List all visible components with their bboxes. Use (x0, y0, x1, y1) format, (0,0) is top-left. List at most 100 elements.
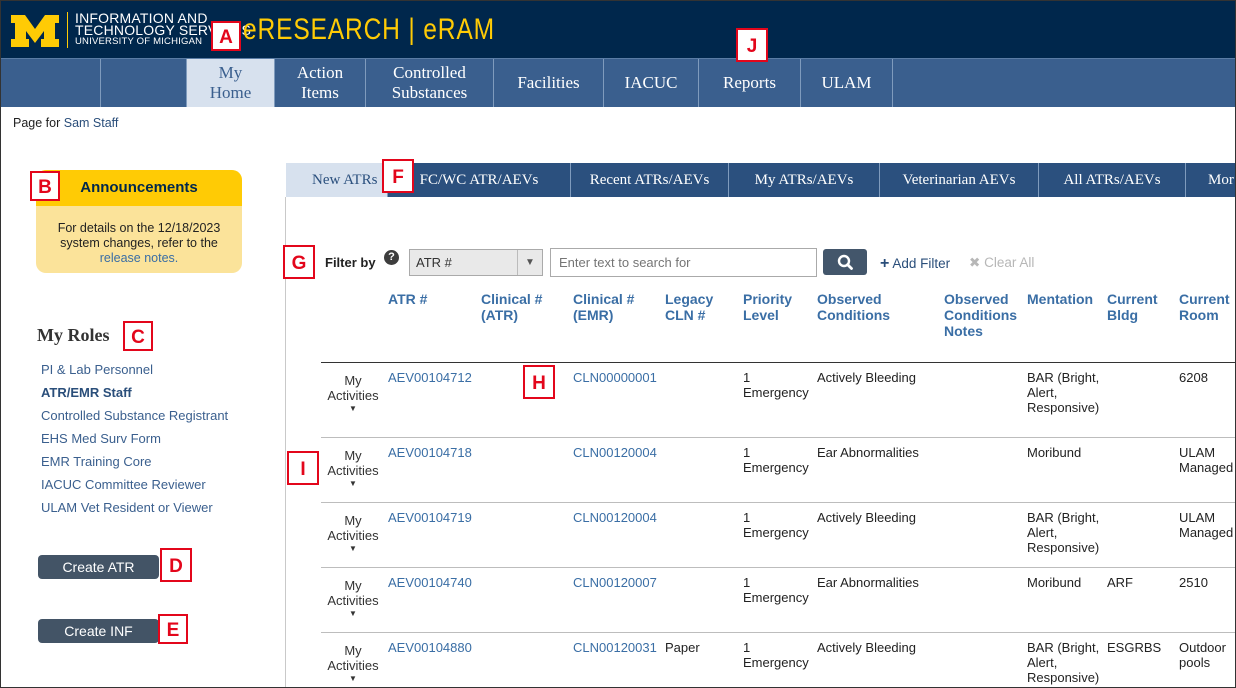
role-iacuc-committee-reviewer[interactable]: IACUC Committee Reviewer (41, 477, 206, 492)
role-atr-emr-staff[interactable]: ATR/EMR Staff (41, 385, 132, 400)
role-controlled-substance-registrant[interactable]: Controlled Substance Registrant (41, 408, 228, 423)
cell-clinical-emr[interactable]: CLN00120031 (573, 640, 657, 655)
my-activities-menu[interactable]: My Activities ▼ (321, 578, 385, 620)
cell-atr[interactable]: AEV00104719 (388, 510, 472, 525)
tab-veterinarian-aevs[interactable]: Veterinarian AEVs (880, 163, 1039, 197)
add-filter-link[interactable]: + Add Filter (880, 255, 950, 273)
announcements-body: For details on the 12/18/2023 system cha… (36, 206, 242, 266)
page-for-user: Sam Staff (63, 116, 119, 130)
question-circle-icon[interactable]: ? (384, 250, 399, 265)
col-header-current-room[interactable]: Current Room (1179, 291, 1230, 323)
clear-all-link[interactable]: ✖ Clear All (969, 255, 1034, 271)
col-header-observed-conditions-notes[interactable]: Observed Conditions Notes (944, 291, 1017, 339)
tab-all-atrs-aevs[interactable]: All ATRs/AEVs (1039, 163, 1186, 197)
university-m-logo (11, 15, 59, 47)
cell-mentation: Moribund (1027, 575, 1082, 590)
my-activities-label: My Activities (327, 578, 379, 608)
role-emr-training-core[interactable]: EMR Training Core (41, 454, 152, 469)
search-icon (837, 254, 853, 270)
role-pi-lab-personnel[interactable]: PI & Lab Personnel (41, 362, 153, 377)
announcements-title: Announcements (36, 170, 242, 206)
cell-atr[interactable]: AEV00104718 (388, 445, 472, 460)
my-activities-label: My Activities (327, 513, 379, 543)
nav-reports[interactable]: Reports (699, 59, 801, 107)
cell-priority: 1 Emergency (743, 575, 809, 605)
nav-iacuc[interactable]: IACUC (604, 59, 699, 107)
filter-field-value: ATR # (416, 255, 452, 270)
nav-ulam[interactable]: ULAM (801, 59, 893, 107)
search-input[interactable] (550, 248, 817, 277)
cell-room: Outdoor pools (1179, 640, 1226, 670)
callout-a: A (211, 21, 241, 51)
cell-priority: 1 Emergency (743, 640, 809, 670)
page-frame: INFORMATION AND TECHNOLOGY SERVICES UNIV… (0, 0, 1236, 688)
my-activities-menu[interactable]: My Activities ▼ (321, 448, 385, 490)
cell-mentation: BAR (Bright, Alert, Responsive) (1027, 640, 1100, 685)
nav-my-home[interactable]: My Home (187, 59, 275, 107)
callout-j: J (736, 28, 768, 62)
cell-clinical-emr[interactable]: CLN00120004 (573, 445, 657, 460)
my-activities-menu[interactable]: My Activities ▼ (321, 643, 385, 685)
tab-recent-atrs-aevs[interactable]: Recent ATRs/AEVs (571, 163, 729, 197)
my-activities-label: My Activities (327, 448, 379, 478)
create-inf-button[interactable]: Create INF (38, 619, 159, 643)
cell-clinical-emr[interactable]: CLN00120004 (573, 510, 657, 525)
callout-b: B (30, 171, 60, 201)
cell-atr[interactable]: AEV00104880 (388, 640, 472, 655)
create-atr-button[interactable]: Create ATR (38, 555, 159, 579)
callout-e: E (158, 614, 188, 644)
col-header-clinical-emr[interactable]: Clinical # (EMR) (573, 291, 634, 323)
callout-i: I (287, 451, 319, 485)
col-header-legacy-cln[interactable]: Legacy CLN # (665, 291, 713, 323)
callout-d: D (160, 548, 192, 582)
announcements-panel: Announcements For details on the 12/18/2… (36, 170, 242, 273)
role-ehs-med-surv-form[interactable]: EHS Med Surv Form (41, 431, 161, 446)
cell-observed: Actively Bleeding (817, 510, 916, 525)
logo-divider (67, 12, 68, 48)
my-activities-menu[interactable]: My Activities ▼ (321, 513, 385, 555)
callout-f: F (382, 159, 414, 193)
cell-observed: Actively Bleeding (817, 370, 916, 385)
col-header-priority-level[interactable]: Priority Level (743, 291, 792, 323)
cell-atr[interactable]: AEV00104712 (388, 370, 472, 385)
chevron-down-icon[interactable]: ▼ (517, 250, 542, 275)
nav-action-items[interactable]: Action Items (275, 59, 366, 107)
col-header-current-bldg[interactable]: Current Bldg (1107, 291, 1158, 323)
tab-new-atrs[interactable]: New ATRs (286, 163, 388, 197)
filter-label: Filter by (325, 255, 376, 270)
my-activities-menu[interactable]: My Activities ▼ (321, 373, 385, 415)
main-nav: My Home Action Items Controlled Substanc… (1, 58, 1235, 107)
cell-room: 2510 (1179, 575, 1208, 590)
col-header-observed-conditions[interactable]: Observed Conditions (817, 291, 890, 323)
col-header-mentation[interactable]: Mentation (1027, 291, 1093, 307)
plus-icon: + (880, 255, 890, 272)
tab-more[interactable]: Mor (1186, 163, 1235, 197)
search-button[interactable] (823, 249, 867, 275)
cell-observed: Actively Bleeding (817, 640, 916, 655)
add-filter-label: Add Filter (892, 256, 951, 271)
nav-controlled-substances[interactable]: Controlled Substances (366, 59, 494, 107)
site-header: INFORMATION AND TECHNOLOGY SERVICES UNIV… (1, 1, 1235, 58)
caret-down-icon: ▼ (349, 479, 357, 488)
nav-facilities[interactable]: Facilities (494, 59, 604, 107)
my-activities-label: My Activities (327, 373, 379, 403)
cell-room: 6208 (1179, 370, 1208, 385)
role-ulam-vet-resident[interactable]: ULAM Vet Resident or Viewer (41, 500, 213, 515)
cell-atr[interactable]: AEV00104740 (388, 575, 472, 590)
cell-clinical-emr[interactable]: CLN00120007 (573, 575, 657, 590)
page-for-prefix: Page for (13, 116, 61, 130)
col-header-atr[interactable]: ATR # (388, 291, 427, 307)
page-for: Page for Sam Staff (13, 116, 118, 130)
tab-fc-wc-atr-aevs[interactable]: FC/WC ATR/AEVs (388, 163, 571, 197)
row-divider (321, 567, 1235, 568)
cell-clinical-emr[interactable]: CLN00000001 (573, 370, 657, 385)
tab-bar: New ATRs FC/WC ATR/AEVs Recent ATRs/AEVs… (286, 163, 1235, 197)
release-notes-link[interactable]: release notes. (100, 251, 179, 265)
filter-field-select[interactable]: ATR # ▼ (409, 249, 543, 276)
caret-down-icon: ▼ (349, 674, 357, 683)
col-header-clinical-atr[interactable]: Clinical # (ATR) (481, 291, 542, 323)
tab-my-atrs-aevs[interactable]: My ATRs/AEVs (729, 163, 880, 197)
table-header-divider (321, 362, 1235, 363)
nav-spacer-2 (101, 59, 187, 107)
app-title[interactable]: eRESEARCH | eRAM (243, 13, 495, 47)
